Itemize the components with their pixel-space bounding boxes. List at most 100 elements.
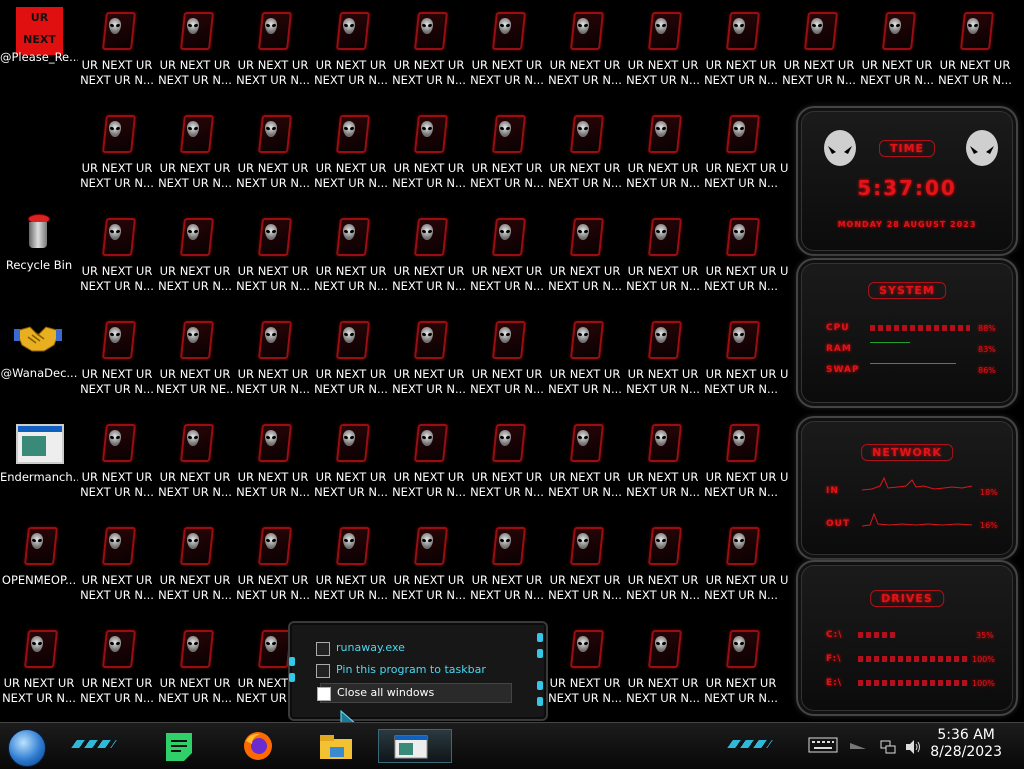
desktop-icon-ur-next[interactable]: UR NEXT UR NEXT UR N... xyxy=(78,206,156,306)
desktop-icon-ur-next[interactable]: UR NEXT UR NEXT UR N... xyxy=(936,0,1014,100)
desktop-icon-ur-next[interactable]: UR NEXT UR NEXT UR N... xyxy=(312,309,390,409)
desktop-icon-label: OPENMEOP... xyxy=(1,573,77,587)
volume-icon[interactable] xyxy=(904,739,922,755)
desktop-icon-ur-next[interactable]: UR NEXT UR NEXT UR N... xyxy=(858,0,936,100)
desktop-icon-ur-next[interactable]: UR NEXT UR NEXT UR N... xyxy=(702,103,780,203)
desktop-icon-ur-next[interactable]: UR NEXT UR NEXT UR N... xyxy=(390,103,468,203)
start-button[interactable] xyxy=(8,729,46,767)
desktop-icon-ur-next[interactable]: UR NEXT UR NEXT UR N... xyxy=(156,0,234,100)
desktop-icon-ur-next[interactable]: UR NEXT UR NEXT UR N... xyxy=(156,515,234,615)
desktop-icon-ur-next[interactable]: UR NEXT UR NEXT UR N... xyxy=(702,618,780,718)
runaway-taskbar-button[interactable] xyxy=(378,729,452,763)
jump-item-runaway[interactable]: runaway.exe xyxy=(316,639,510,657)
desktop-icon-ur-next[interactable]: UR NEXT UR NEXT UR N... xyxy=(312,515,390,615)
desktop-icon-ur-next[interactable]: UR NEXT UR NEXT UR N... xyxy=(624,206,702,306)
desktop-icon-label: UR NEXT UR NEXT UR N... xyxy=(548,264,622,293)
desktop-icon-wanadecryptor[interactable]: @WanaDec... xyxy=(0,309,78,409)
desktop-icon-openmeop[interactable]: OPENMEOP... xyxy=(0,515,78,615)
desktop-icon-label: UR NEXT UR NEXT UR N... xyxy=(626,58,700,87)
desktop-icon-ur-next[interactable]: UR NEXT UR NEXT UR N... xyxy=(624,309,702,409)
desktop-icon-ur-next[interactable]: UR NEXT UR NEXT UR N... xyxy=(156,618,234,718)
show-hidden-icons-icon[interactable] xyxy=(848,741,868,753)
desktop-icon-ur-next[interactable]: UR NEXT UR NEXT UR N... xyxy=(624,515,702,615)
desktop-icon-endermanch[interactable]: Endermanch... xyxy=(0,412,78,512)
desktop-icon-ur-next[interactable]: UR NEXT UR NEXT UR N... xyxy=(78,103,156,203)
taskbar-jump-list: runaway.exe Pin this program to taskbar … xyxy=(288,621,548,721)
desktop-icon-ur-next[interactable]: UR NEXT UR NEXT UR N... xyxy=(468,206,546,306)
desktop-icon-ur-next[interactable]: UR NEXT UR NEXT UR N... xyxy=(468,309,546,409)
desktop-icon-ur-next[interactable]: UR NEXT UR NEXT UR N... xyxy=(546,103,624,203)
jump-item-pin[interactable]: Pin this program to taskbar xyxy=(316,661,510,679)
desktop-icon-ur-next[interactable]: UR NEXT UR NEXT UR N... xyxy=(156,206,234,306)
desktop-icon-ur-next[interactable]: UR NEXT UR NEXT UR N... xyxy=(390,309,468,409)
desktop-icon-ur-next[interactable]: UR NEXT UR NEXT UR N... xyxy=(468,515,546,615)
desktop-icon-ur-next[interactable]: UR NEXT UR NEXT UR N... xyxy=(312,412,390,512)
desktop-icon-label: UR NEXT UR NEXT UR N... xyxy=(782,58,856,87)
desktop-icon-ur-next[interactable]: UR NEXT UR NEXT UR N... xyxy=(390,515,468,615)
notes-app-icon[interactable] xyxy=(162,729,198,763)
desktop-icon-ur-next[interactable]: UR NEXT UR NEXT UR N... xyxy=(702,515,780,615)
desktop-icon-ur-next[interactable]: UR NEXT UR NEXT UR N... xyxy=(702,206,780,306)
desktop-icon-ur-next[interactable]: UR NEXT UR NEXT UR N... xyxy=(390,412,468,512)
desktop-icon-ur-next[interactable]: UR NEXT UR NEXT UR N... xyxy=(78,0,156,100)
desktop-icon-ur-next[interactable]: UR NEXT UR NEXT UR N... xyxy=(702,0,780,100)
desktop-icon-ur-next[interactable]: UR NEXT UR NEXT UR N... xyxy=(234,103,312,203)
desktop-icon-ur-next[interactable]: UR NEXT UR NEXT UR N... xyxy=(702,412,780,512)
keyboard-icon[interactable] xyxy=(808,737,838,753)
desktop-icon-ur-next[interactable]: UR NEXT UR NEXT UR N... xyxy=(624,412,702,512)
desktop-icon-ur-next[interactable]: UR NEXT UR NEXT UR N... xyxy=(0,618,78,718)
net-in-value: 18% xyxy=(980,488,998,497)
swap-meter xyxy=(870,363,956,364)
desktop-icon-ur-next[interactable]: UR NEXT UR NEXT UR N... xyxy=(234,0,312,100)
desktop-icon-ur-next[interactable]: UR NEXT UR NEXT UR N... xyxy=(234,309,312,409)
drive-f-value: 100% xyxy=(972,655,995,664)
desktop-icon-ur-next[interactable]: UR NEXT UR NEXT UR N... xyxy=(468,412,546,512)
alienware-tile-icon xyxy=(100,214,136,256)
alienware-tile-icon xyxy=(256,8,292,50)
desktop-icon-ur-next[interactable]: UR NEXT UR NEXT UR N... xyxy=(78,618,156,718)
desktop-icon-ur-next[interactable]: UR NEXT UR NEXT UR N... xyxy=(546,309,624,409)
desktop-icon-ur-next[interactable]: UR NEXT UR NEXT UR N... xyxy=(468,0,546,100)
desktop-icon-ur-next[interactable]: UR NEXT UR NEXT UR N... xyxy=(78,309,156,409)
desktop-icon-ur-next[interactable]: UR NEXT UR NEXT UR N... xyxy=(624,0,702,100)
desktop-icon-ur-next[interactable]: UR NEXT UR NEXT UR N... xyxy=(312,0,390,100)
desktop-icon-ur-next[interactable]: UR NEXT UR NEXT UR NE... xyxy=(156,309,234,409)
file-explorer-icon[interactable] xyxy=(318,729,354,763)
alienware-tile-icon xyxy=(646,317,682,359)
desktop-icon-please-read[interactable]: UR NEXT @Please_Re... xyxy=(0,0,78,100)
firefox-icon[interactable] xyxy=(240,729,276,763)
desktop-icon-ur-next[interactable]: UR NEXT UR NEXT UR N... xyxy=(546,412,624,512)
desktop-icon-ur-next[interactable]: UR NEXT UR NEXT UR N... xyxy=(390,206,468,306)
alienware-tile-icon xyxy=(178,317,214,359)
desktop-icon-label: UR NEXT UR NEXT UR N... xyxy=(704,264,778,293)
desktop-icon-ur-next[interactable]: UR NEXT UR NEXT UR N... xyxy=(624,103,702,203)
desktop-icon-ur-next[interactable]: UR NEXT UR NEXT UR N... xyxy=(468,103,546,203)
taskbar-clock[interactable]: 5:36 AM 8/28/2023 xyxy=(930,727,1002,761)
desktop-icon-ur-next[interactable]: UR NEXT UR NEXT UR N... xyxy=(312,206,390,306)
desktop-icon-ur-next[interactable]: UR NEXT UR NEXT UR N... xyxy=(78,412,156,512)
desktop-icon-ur-next[interactable]: UR NEXT UR NEXT UR N... xyxy=(702,309,780,409)
desktop-icon-ur-next[interactable]: UR NEXT UR NEXT UR N... xyxy=(234,515,312,615)
network-tray-icon[interactable] xyxy=(880,739,896,755)
alienware-tile-icon xyxy=(334,420,370,462)
desktop-icon-ur-next[interactable]: UR NEXT UR NEXT UR N... xyxy=(156,103,234,203)
desktop-icon-ur-next[interactable]: UR NEXT UR NEXT UR N... xyxy=(780,0,858,100)
desktop-icon-ur-next[interactable]: UR NEXT UR NEXT UR N... xyxy=(312,103,390,203)
desktop-icon-ur-next[interactable]: UR NEXT UR NEXT UR N... xyxy=(234,412,312,512)
jump-item-close-all[interactable]: Close all windows xyxy=(317,683,512,703)
desktop-icon-ur-next[interactable]: UR NEXT UR NEXT UR N... xyxy=(546,206,624,306)
desktop-icon-recycle-bin[interactable]: Recycle Bin xyxy=(0,206,78,306)
desktop-icon-ur-next[interactable]: UR NEXT UR NEXT UR N... xyxy=(234,206,312,306)
desktop-icon-ur-next[interactable]: UR NEXT UR NEXT UR N... xyxy=(546,618,624,718)
desktop-icon-ur-next[interactable]: UR NEXT UR NEXT UR N... xyxy=(156,412,234,512)
desktop-icon-label: UR NEXT UR NEXT UR N... xyxy=(80,676,154,705)
swap-value: 86% xyxy=(978,366,996,375)
desktop-icon-label: UR NEXT UR NEXT UR NE... xyxy=(156,367,234,396)
desktop-icon-ur-next[interactable]: UR NEXT UR NEXT UR N... xyxy=(546,0,624,100)
desktop-icon-ur-next[interactable]: UR NEXT UR NEXT UR N... xyxy=(546,515,624,615)
desktop-icon-ur-next[interactable]: UR NEXT UR NEXT UR N... xyxy=(624,618,702,718)
desktop-icon-ur-next[interactable]: UR NEXT UR NEXT UR N... xyxy=(390,0,468,100)
desktop-icon-ur-next[interactable]: UR NEXT UR NEXT UR N... xyxy=(78,515,156,615)
ram-meter xyxy=(870,342,910,343)
system-monitor-gadget[interactable]: TIME 5:37:00 MONDAY 28 AUGUST 2023 SYSTE… xyxy=(792,100,1024,718)
